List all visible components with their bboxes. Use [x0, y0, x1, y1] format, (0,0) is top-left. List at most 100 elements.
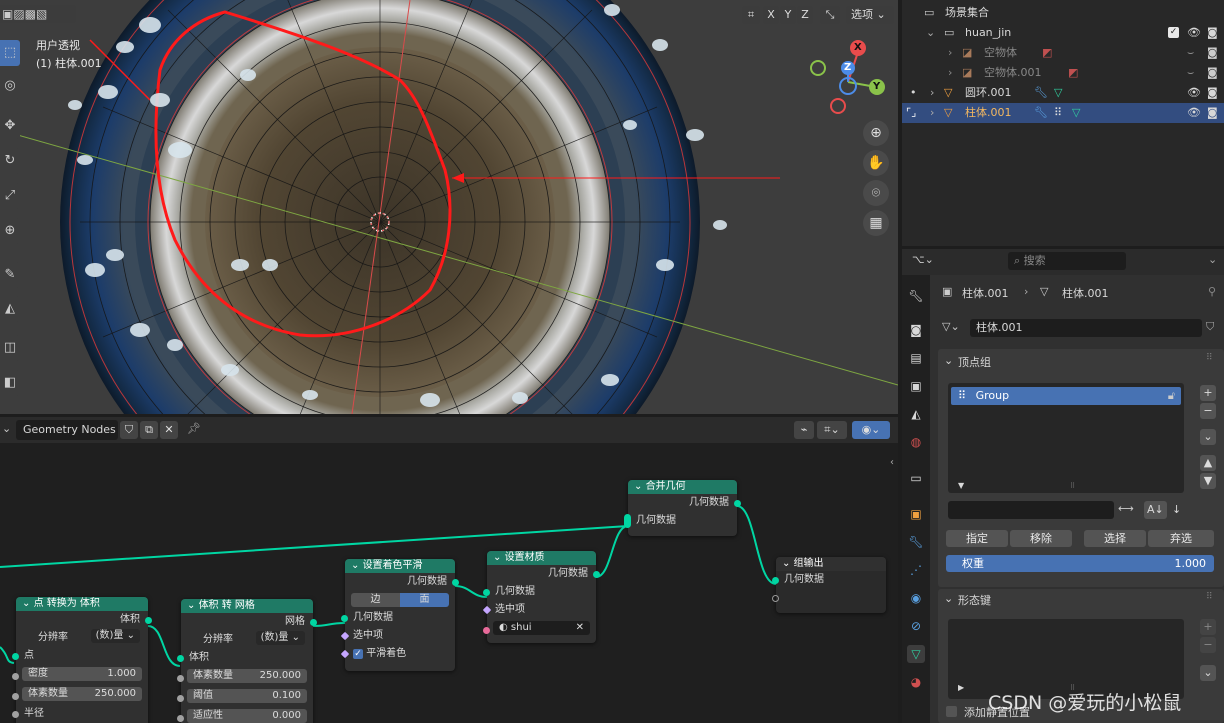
move-tool-icon[interactable]: ✥	[0, 113, 20, 139]
panel-collapse-icon[interactable]: ⌄	[944, 354, 953, 367]
list-filter-toggle-icon[interactable]: ▶	[958, 683, 964, 692]
scene-tab-icon[interactable]: ◭	[907, 405, 925, 423]
input-socket[interactable]	[12, 711, 19, 718]
properties-editor[interactable]: ⌥⌄ ⌕ 搜索 ⌄ 🔧︎ ◙ ▤ ▣ ◭ ◍ ▭ ▣ 🔧︎ ⋰ ◉ ⊘ ▽ ◕ …	[902, 249, 1224, 723]
input-socket[interactable]	[483, 589, 490, 596]
constraints-tab-icon[interactable]: ⊘	[907, 617, 925, 635]
select-button[interactable]: 选择	[1084, 530, 1146, 547]
move-up-icon[interactable]: ▲	[1200, 455, 1216, 471]
snap-icon[interactable]: ⤡	[820, 6, 840, 24]
shape-key-list[interactable]: ▶ ⠿	[948, 619, 1184, 699]
fake-user-shield-icon[interactable]: ⛉	[1206, 320, 1214, 334]
adaptivity-field[interactable]: 适应性 0.000	[187, 709, 307, 723]
collapse-arrow-icon[interactable]: ⌄	[926, 23, 935, 43]
output-tab-icon[interactable]: ▤	[907, 349, 925, 367]
gizmo-y-label[interactable]: Y	[873, 81, 880, 92]
lock-icon[interactable]: 🔓︎	[1168, 387, 1175, 405]
node-group-output[interactable]: ⌄ 组输出 几何数据	[772, 557, 886, 613]
voxel-count-field[interactable]: 体素数量 250.000	[22, 687, 142, 701]
select-mode-icons[interactable]: ▣▨▩▧	[2, 7, 47, 21]
remove-shape-key-button[interactable]: −	[1200, 637, 1216, 653]
panel-title[interactable]: 形态键	[958, 592, 991, 608]
select-mode-group[interactable]: ▣▨▩▧	[0, 5, 76, 23]
output-socket[interactable]	[593, 571, 600, 578]
vertex-group-filter-input[interactable]	[948, 501, 1114, 519]
resolution-dropdown[interactable]: (数)量 ⌄	[255, 631, 305, 645]
mesh-data-tab-icon[interactable]: ▽	[907, 645, 925, 663]
node-set-shade-smooth[interactable]: ⌄ 设置着色平滑 几何数据 边 面 几何数据 选中项 ✓ 平滑着色	[340, 559, 459, 671]
collection-tab-icon[interactable]: ▭	[907, 469, 925, 487]
mirror-icon[interactable]: ⌗	[742, 6, 760, 24]
output-socket[interactable]	[310, 619, 317, 626]
vertex-group-list[interactable]: ⠿ Group 🔓︎ ▼ ⠿	[948, 383, 1184, 493]
mesh-browse-icon[interactable]: ▽⌄	[942, 320, 960, 333]
zoom-icon[interactable]: ⊕	[863, 120, 889, 146]
vertex-group-item[interactable]: ⠿ Group 🔓︎	[951, 387, 1181, 405]
input-socket[interactable]	[12, 693, 19, 700]
scale-tool-icon[interactable]: ⤢	[0, 183, 20, 209]
outliner-row-cylinder-001[interactable]: ⌜⌟ › ▽ 柱体.001 🔧︎ ⠿ ▽ 👁︎ ◙	[902, 103, 1224, 123]
select-box-tool-icon[interactable]: ⬚	[0, 40, 20, 66]
camera-render-icon[interactable]: ◙	[1207, 83, 1218, 103]
input-socket[interactable]	[177, 695, 184, 702]
node-header[interactable]: ⌄ 组输出	[776, 557, 886, 571]
modifier-tab-icon[interactable]: 🔧︎	[907, 533, 925, 551]
expand-arrow-icon[interactable]: ›	[930, 83, 934, 103]
sidebar-toggle-icon[interactable]: ‹	[890, 457, 894, 468]
outliner-row-empty-001[interactable]: › ◪ 空物体.001 ◩ ⌣ ◙	[902, 63, 1224, 83]
transform-tool-icon[interactable]: ⊕	[0, 218, 20, 244]
eye-icon[interactable]: 👁︎	[1187, 23, 1201, 43]
outliner-row-torus-001[interactable]: • › ▽ 圆环.001 🔧︎ ▽ 👁︎ ◙	[902, 83, 1224, 103]
node-points-to-volume[interactable]: ⌄ 点 转换为 体积 体积 分辨率 (数)量 ⌄ 点 密度 1.000 体素数量 25…	[12, 597, 152, 723]
move-down-icon[interactable]: ▼	[1200, 473, 1216, 489]
add-rest-position-checkbox[interactable]	[946, 706, 957, 717]
outliner-row-huan-jin[interactable]: ⌄ ▭ huan_jin ✓ 👁︎ ◙	[902, 23, 1224, 43]
editor-type-icon[interactable]: ⌥⌄	[912, 253, 934, 266]
expand-arrow-icon[interactable]: ›	[930, 103, 934, 123]
drag-handle-icon[interactable]: ⠿	[1206, 592, 1213, 602]
material-tab-icon[interactable]: ◕	[907, 673, 925, 691]
drag-handle-icon[interactable]: ⠿	[1206, 353, 1213, 363]
node-header[interactable]: ⌄ 体积 转 网格	[181, 599, 313, 613]
multi-input-socket[interactable]	[624, 514, 631, 528]
mesh-name-field[interactable]: 柱体.001	[970, 319, 1202, 337]
camera-render-icon[interactable]: ◙	[1207, 43, 1218, 63]
sort-reverse-icon[interactable]: ↓	[1172, 501, 1181, 519]
node-volume-to-mesh[interactable]: ⌄ 体积 转 网格 网格 分辨率 (数)量 ⌄ 体积 体素数量 250.000 阈值…	[177, 599, 317, 723]
outliner-row-empty[interactable]: › ◪ 空物体 ◩ ⌣ ◙	[902, 43, 1224, 63]
annotate-tool-icon[interactable]: ✎	[0, 262, 20, 288]
input-socket[interactable]	[12, 673, 19, 680]
eye-closed-icon[interactable]: ⌣	[1187, 43, 1194, 63]
options-chevron-icon[interactable]: ⌄	[1208, 253, 1217, 266]
clear-material-icon[interactable]: ✕	[576, 621, 584, 635]
node-header[interactable]: ⌄ 设置着色平滑	[345, 559, 455, 573]
input-socket[interactable]	[177, 675, 184, 682]
options-dropdown[interactable]: 选项 ⌄	[846, 6, 894, 24]
pan-hand-icon[interactable]: ✋	[863, 150, 889, 176]
axis-y-toggle[interactable]: Y	[780, 6, 796, 24]
resolution-dropdown[interactable]: (数)量 ⌄	[90, 629, 140, 643]
gizmo-z-label[interactable]: Z	[844, 62, 851, 73]
particles-tab-icon[interactable]: ⋰	[907, 561, 925, 579]
tool-tab-icon[interactable]: 🔧︎	[907, 287, 925, 305]
camera-render-icon[interactable]: ◙	[1207, 103, 1218, 123]
assign-button[interactable]: 指定	[946, 530, 1008, 547]
node-header[interactable]: ⌄ 设置材质	[487, 551, 596, 565]
node-header[interactable]: ⌄ 点 转换为 体积	[16, 597, 148, 611]
smooth-checkbox[interactable]: ✓	[353, 649, 363, 659]
grid-perspective-icon[interactable]: ▦	[863, 210, 889, 236]
tab-face[interactable]: 面	[400, 593, 449, 607]
cursor-tool-icon[interactable]: ◎	[0, 73, 20, 99]
camera-render-icon[interactable]: ◙	[1207, 63, 1218, 83]
panel-title[interactable]: 顶点组	[958, 354, 991, 370]
outliner[interactable]: ▭ 场景集合 ⌄ ▭ huan_jin ✓ 👁︎ ◙ › ◪ 空物体 ◩ ⌣ ◙…	[902, 0, 1224, 246]
world-tab-icon[interactable]: ◍	[907, 433, 925, 451]
expand-arrow-icon[interactable]: ›	[948, 63, 952, 83]
object-tab-icon[interactable]: ▣	[907, 505, 925, 523]
add-shape-key-button[interactable]: +	[1200, 619, 1216, 635]
3d-viewport[interactable]: X Y Z ▣▨▩▧ ⬚ ◎ ✥ ↻ ⤢ ⊕ ✎ ◭ ◫ ◧ 用户透视 (1) …	[0, 0, 898, 414]
sort-alpha-icon[interactable]: A↓	[1144, 501, 1167, 519]
outliner-row-scene-collection[interactable]: ▭ 场景集合	[902, 3, 1224, 23]
eye-icon[interactable]: 👁︎	[1187, 103, 1201, 123]
shape-key-specials-icon[interactable]: ⌄	[1200, 665, 1216, 681]
